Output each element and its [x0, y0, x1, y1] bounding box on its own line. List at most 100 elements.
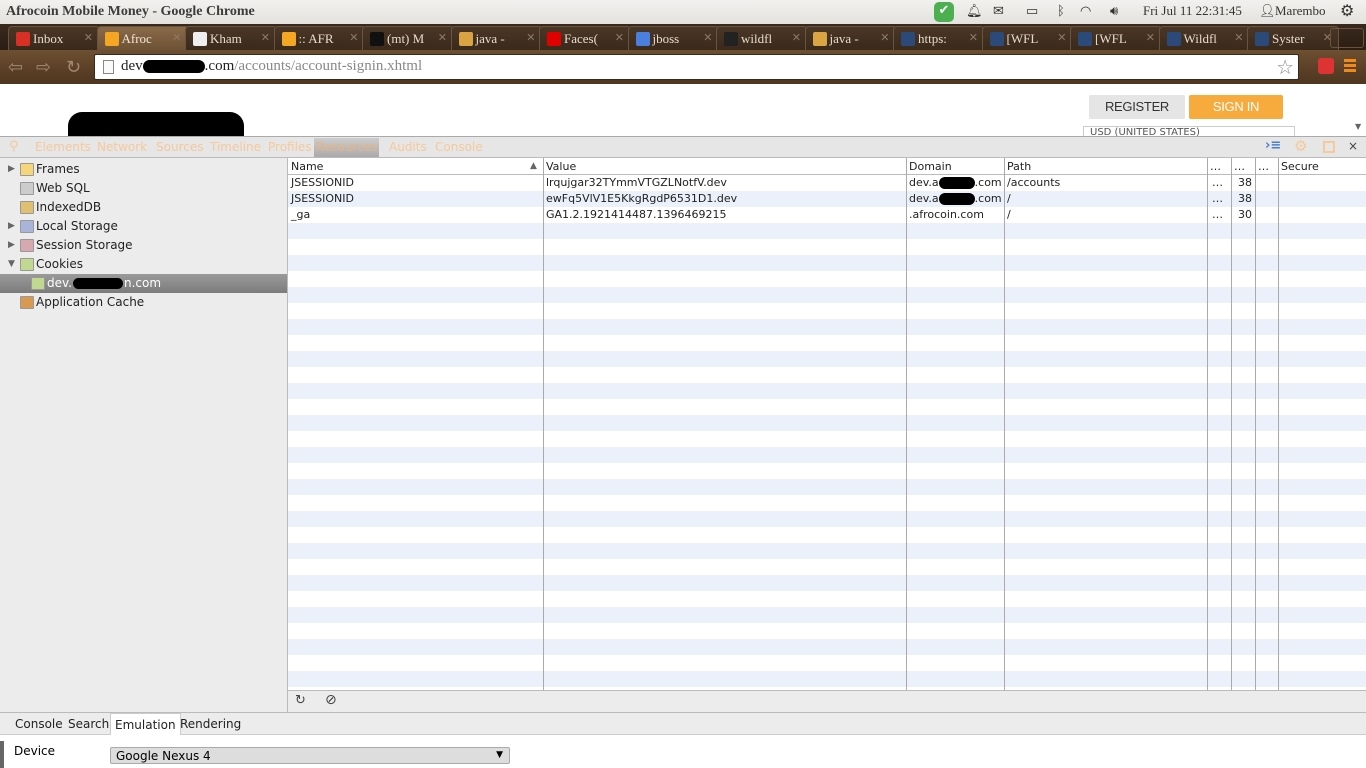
settings-gear-icon[interactable]: ⚙: [1294, 137, 1307, 155]
tab-close-icon[interactable]: ✕: [261, 31, 270, 44]
battery-icon[interactable]: ▭: [1026, 3, 1038, 19]
browser-tab[interactable]: Faces(✕: [539, 26, 631, 50]
browser-tab[interactable]: jboss ✕: [627, 26, 720, 50]
device-select[interactable]: Google Nexus 4 ▼: [110, 747, 510, 764]
column-divider[interactable]: [543, 158, 544, 690]
column-header[interactable]: …: [1258, 160, 1269, 173]
sidebar-item[interactable]: dev. n.com: [0, 274, 287, 293]
tab-close-icon[interactable]: ✕: [880, 31, 889, 44]
column-divider[interactable]: [1255, 158, 1256, 690]
extension-icon[interactable]: [1318, 58, 1334, 74]
new-tab-button[interactable]: [1330, 28, 1364, 48]
tab-close-icon[interactable]: ✕: [349, 31, 358, 44]
browser-tab[interactable]: wildfl ✕: [716, 26, 808, 50]
user-name[interactable]: Marembo: [1275, 3, 1326, 19]
sidebar-item[interactable]: ▶ Session Storage: [0, 236, 287, 255]
menu-icon[interactable]: [1344, 59, 1356, 73]
browser-tab[interactable]: Wildfl ✕: [1158, 26, 1251, 50]
column-divider[interactable]: [1231, 158, 1232, 690]
power-icon[interactable]: ⚙: [1340, 1, 1354, 21]
browser-tab[interactable]: https: ✕: [893, 26, 985, 50]
notification-bell-icon[interactable]: 🔔︎: [966, 3, 983, 19]
sidebar-item[interactable]: ▼ Cookies: [0, 255, 287, 274]
drawer-tab-console[interactable]: Console: [11, 713, 67, 735]
table-row[interactable]: _ga GA1.2.1921414487.1396469215 .afrocoin.…: [288, 207, 1366, 223]
drawer-toggle-icon[interactable]: ›≡: [1265, 138, 1281, 153]
column-header[interactable]: …: [1234, 160, 1245, 173]
bluetooth-icon[interactable]: ᛒ: [1057, 3, 1065, 19]
column-divider[interactable]: [1278, 158, 1279, 690]
sidebar-item[interactable]: ▶ Local Storage: [0, 217, 287, 236]
tab-timeline[interactable]: Timeline: [210, 140, 261, 154]
sidebar-item[interactable]: IndexedDB: [0, 198, 287, 217]
browser-tab[interactable]: [WFL ✕: [1070, 26, 1162, 50]
column-divider[interactable]: [906, 158, 907, 690]
wifi-icon[interactable]: ◠: [1080, 3, 1091, 19]
refresh-icon[interactable]: ↻: [295, 693, 306, 708]
column-header[interactable]: Domain: [909, 160, 952, 173]
back-icon[interactable]: ⇦: [8, 57, 23, 78]
tab-elements[interactable]: Elements: [35, 140, 91, 154]
tab-console[interactable]: Console: [435, 140, 483, 154]
expand-arrow-icon[interactable]: ▶: [8, 221, 15, 231]
tab-close-icon[interactable]: ✕: [438, 31, 447, 44]
forward-icon[interactable]: ⇨: [36, 57, 51, 78]
clock[interactable]: Fri Jul 11 22:31:45: [1143, 3, 1242, 19]
sort-ascending-icon[interactable]: ▲: [530, 161, 537, 171]
tab-close-icon[interactable]: ✕: [703, 31, 712, 44]
collapse-arrow-icon[interactable]: ▼: [8, 259, 15, 269]
search-icon[interactable]: ⚲: [9, 139, 19, 154]
sidebar-item[interactable]: ▶ Frames: [0, 160, 287, 179]
reload-icon[interactable]: ↻: [66, 57, 81, 78]
expand-arrow-icon[interactable]: ▶: [8, 240, 15, 250]
table-row[interactable]: JSESSIONID ewFq5VlV1E5KkgRgdP6531D1.dev de…: [288, 191, 1366, 207]
browser-tab[interactable]: java - ✕: [450, 26, 543, 50]
drawer-tab-emulation[interactable]: Emulation: [110, 713, 181, 735]
mail-icon[interactable]: ✉: [993, 3, 1004, 19]
browser-tab[interactable]: Kham ✕: [185, 26, 277, 50]
tab-sources[interactable]: Sources: [156, 140, 203, 154]
volume-icon[interactable]: 🔊︎: [1110, 3, 1118, 19]
tab-audits[interactable]: Audits: [389, 140, 427, 154]
tab-close-icon[interactable]: ✕: [172, 31, 181, 44]
sidebar-item[interactable]: Application Cache: [0, 293, 287, 312]
expand-arrow-icon[interactable]: ▶: [8, 164, 15, 174]
tab-close-icon[interactable]: ✕: [526, 31, 535, 44]
clear-icon[interactable]: ⊘: [325, 692, 337, 708]
column-divider[interactable]: [1004, 158, 1005, 690]
skype-status-icon[interactable]: ✔: [934, 2, 954, 22]
column-header[interactable]: Secure: [1281, 160, 1319, 173]
browser-tab[interactable]: java - ✕: [804, 26, 897, 50]
tab-close-icon[interactable]: ✕: [1057, 31, 1066, 44]
dock-icon[interactable]: [1323, 141, 1335, 153]
sign-in-button[interactable]: SIGN IN: [1189, 95, 1283, 119]
tab-close-icon[interactable]: ✕: [1146, 31, 1155, 44]
sidebar-item[interactable]: Web SQL: [0, 179, 287, 198]
column-header[interactable]: Path: [1007, 160, 1031, 173]
tab-close-icon[interactable]: ✕: [615, 31, 624, 44]
table-row[interactable]: JSESSIONID lrqujgar32TYmmVTGZLNotfV.dev de…: [288, 175, 1366, 191]
drawer-tab-rendering[interactable]: Rendering: [176, 713, 245, 735]
tab-network[interactable]: Network: [97, 140, 147, 154]
column-header[interactable]: …: [1210, 160, 1221, 173]
address-bar[interactable]: dev .com/accounts/account-signin.xhtml ☆: [94, 54, 1299, 80]
tab-resources[interactable]: Resources: [314, 138, 380, 157]
register-button[interactable]: REGISTER: [1089, 95, 1185, 119]
browser-tab[interactable]: [WFL ✕: [981, 26, 1074, 50]
drawer-tab-search[interactable]: Search: [64, 713, 113, 735]
tab-close-icon[interactable]: ✕: [84, 31, 93, 44]
scroll-down-icon[interactable]: ▼: [1355, 122, 1361, 131]
tab-close-icon[interactable]: ✕: [1234, 31, 1243, 44]
browser-tab[interactable]: Afroc ✕: [96, 26, 189, 50]
tab-close-icon[interactable]: ✕: [792, 31, 801, 44]
bookmark-star-icon[interactable]: ☆: [1276, 55, 1294, 80]
column-header[interactable]: Value: [546, 160, 576, 173]
tab-close-icon[interactable]: ✕: [969, 31, 978, 44]
column-header[interactable]: Name: [291, 160, 323, 173]
browser-tab[interactable]: Syster ✕: [1247, 26, 1339, 50]
column-divider[interactable]: [1207, 158, 1208, 690]
tab-profiles[interactable]: Profiles: [268, 140, 312, 154]
browser-tab[interactable]: (mt) M ✕: [362, 26, 454, 50]
close-icon[interactable]: ×: [1348, 139, 1358, 153]
browser-tab[interactable]: Inbox ✕: [8, 26, 100, 50]
